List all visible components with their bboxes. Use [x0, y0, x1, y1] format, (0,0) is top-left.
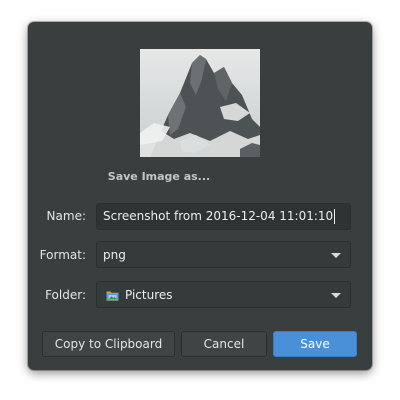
- copy-to-clipboard-button[interactable]: Copy to Clipboard: [42, 331, 175, 357]
- cancel-button[interactable]: Cancel: [181, 331, 267, 357]
- chevron-down-icon: [331, 253, 341, 258]
- folder-dropdown[interactable]: Pictures: [96, 281, 351, 308]
- filename-input[interactable]: Screenshot from 2016-12-04 11:01:10: [96, 203, 351, 230]
- text-cursor: [334, 209, 336, 224]
- folder-value: Pictures: [125, 287, 173, 302]
- filename-value: Screenshot from 2016-12-04 11:01:10: [103, 209, 334, 223]
- folder-label: Folder:: [45, 288, 86, 302]
- pictures-folder-icon: [106, 289, 119, 301]
- dialog-title: Save Image as...: [107, 170, 211, 183]
- screenshot-preview-image: [140, 49, 260, 157]
- chevron-down-icon: [331, 293, 341, 298]
- format-dropdown[interactable]: png: [96, 241, 351, 268]
- format-label: Format:: [39, 248, 86, 262]
- format-value: png: [103, 247, 126, 262]
- save-screenshot-dialog: Save Image as... Name: Screenshot from 2…: [28, 22, 372, 370]
- name-label: Name:: [46, 209, 86, 223]
- save-button[interactable]: Save: [273, 331, 357, 357]
